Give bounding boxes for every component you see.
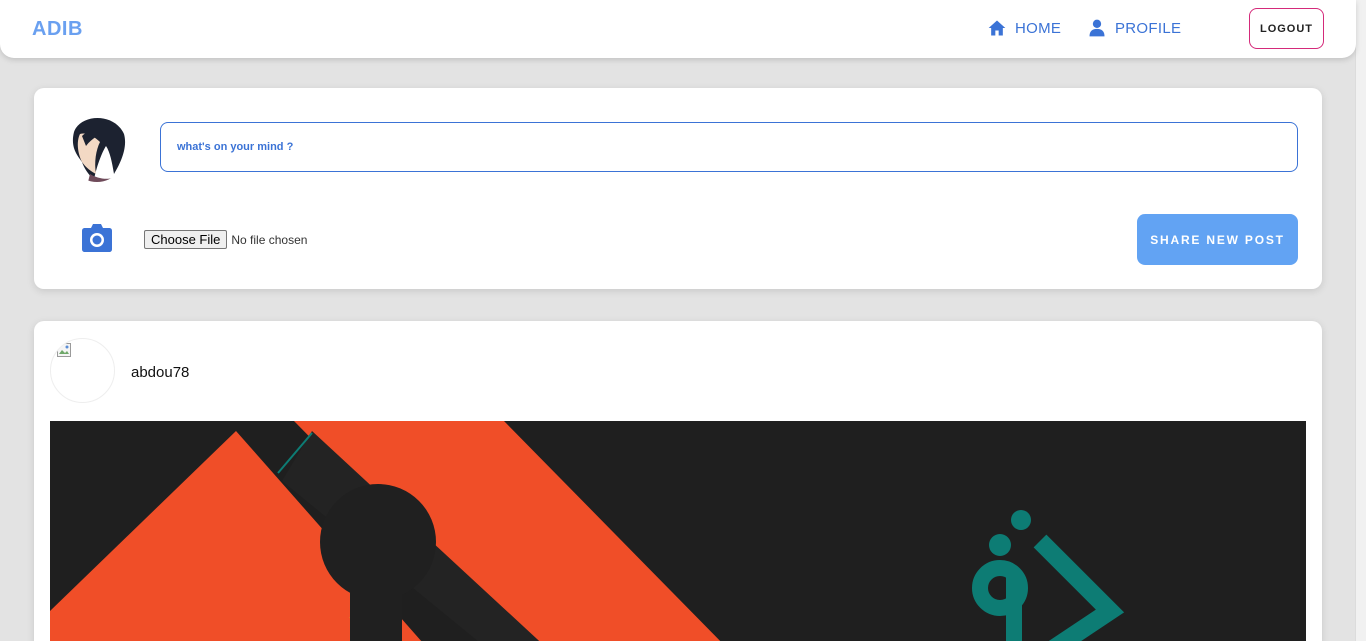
post-card: abdou78 xyxy=(34,321,1322,641)
nav-home-link[interactable]: HOME xyxy=(987,18,1061,38)
home-icon xyxy=(988,20,1006,36)
post-text-input[interactable] xyxy=(160,122,1298,172)
nav-home-label: HOME xyxy=(1015,19,1062,37)
camera-icon[interactable] xyxy=(81,223,113,253)
file-picker: Choose File No file chosen xyxy=(144,230,307,249)
choose-file-button[interactable]: Choose File xyxy=(144,230,228,249)
logout-button[interactable]: LOGOUT xyxy=(1249,8,1324,49)
share-new-post-button[interactable]: SHARE NEW POST xyxy=(1137,214,1298,265)
nav-profile-link[interactable]: PROFILE xyxy=(1087,18,1181,38)
user-avatar xyxy=(66,112,128,182)
user-icon xyxy=(1089,19,1105,37)
navbar: ADIB HOME PROFILE LOGOUT xyxy=(0,0,1356,58)
broken-image-icon xyxy=(57,343,71,357)
brand-logo[interactable]: ADIB xyxy=(32,18,83,41)
post-image xyxy=(50,421,1306,641)
file-status-text: No file chosen xyxy=(231,232,308,247)
post-author-avatar xyxy=(50,338,115,403)
post-composer: Choose File No file chosen SHARE NEW POS… xyxy=(34,88,1322,289)
nav-profile-label: PROFILE xyxy=(1115,19,1182,37)
post-username[interactable]: abdou78 xyxy=(131,364,189,381)
page-scrollbar[interactable] xyxy=(1355,0,1366,641)
